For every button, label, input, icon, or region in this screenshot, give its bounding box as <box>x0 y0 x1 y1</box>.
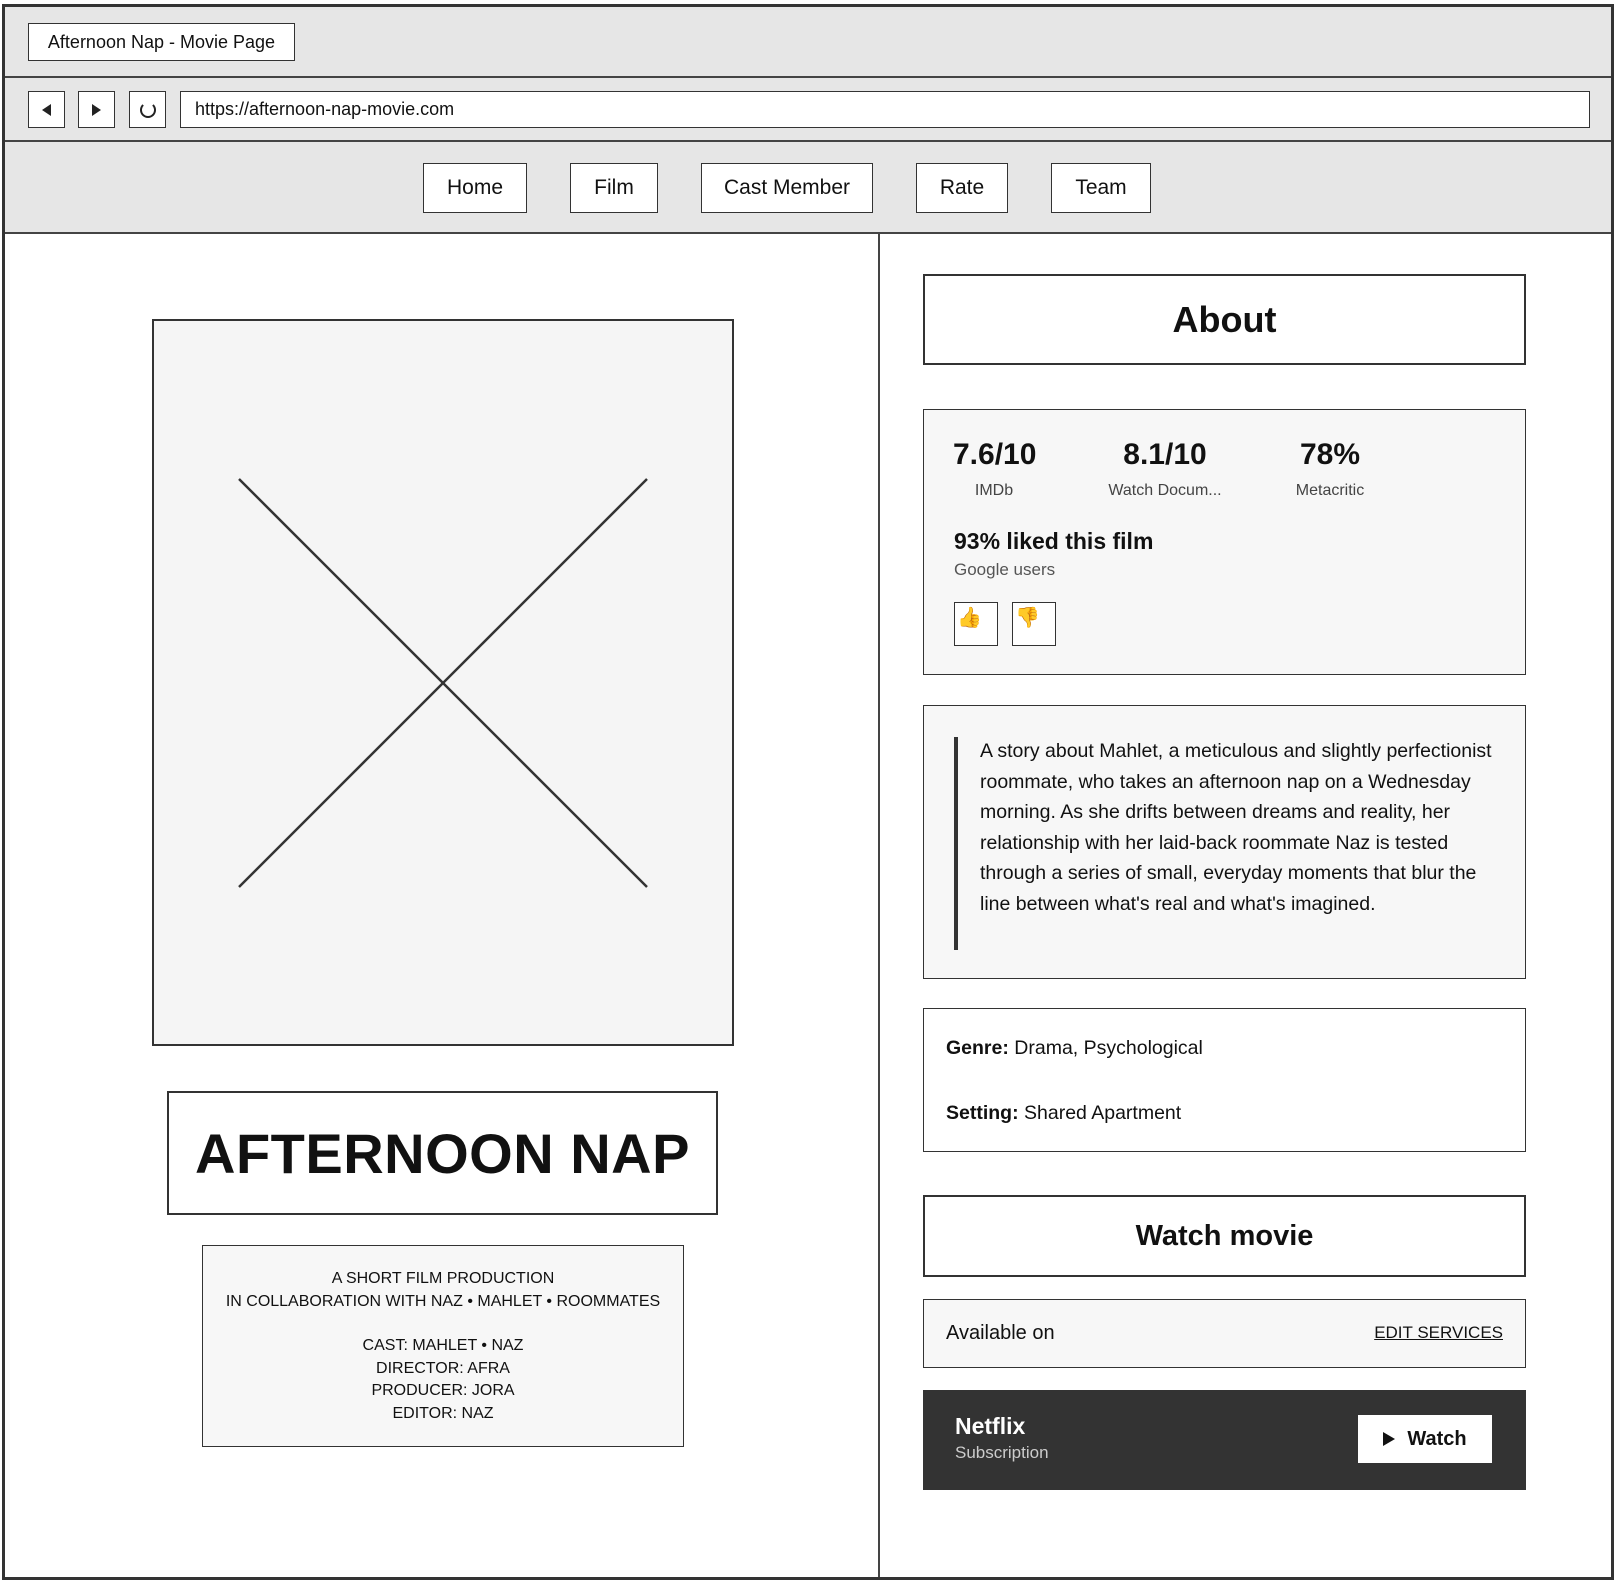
rating-value: 7.6/10 <box>953 438 1037 471</box>
back-button[interactable] <box>28 91 65 128</box>
credits-director: DIRECTOR: AFRA <box>376 1359 510 1377</box>
nav-team[interactable]: Team <box>1051 163 1151 213</box>
image-placeholder-icon <box>238 478 648 888</box>
thumbs-up-button[interactable]: 👍 <box>954 602 998 646</box>
credits-line: IN COLLABORATION WITH NAZ • MAHLET • ROO… <box>225 1292 661 1310</box>
back-arrow-icon <box>42 103 51 116</box>
url-field[interactable]: https://afternoon-nap-movie.com <box>180 91 1590 128</box>
genre-label: Genre: <box>946 1037 1009 1059</box>
nav-film[interactable]: Film <box>570 163 658 213</box>
synopsis-text: A story about Mahlet, a meticulous and s… <box>980 740 1492 915</box>
rating-watch-documentaries: 8.1/10 Watch Docum... <box>1104 438 1226 500</box>
available-on-bar: Available on EDIT SERVICES <box>923 1299 1526 1368</box>
genre-row: Genre: Drama, Psychological <box>946 1037 1203 1060</box>
address-bar: https://afternoon-nap-movie.com <box>5 78 1611 142</box>
setting-label: Setting: <box>946 1102 1019 1124</box>
forward-button[interactable] <box>78 91 115 128</box>
edit-services-link[interactable]: EDIT SERVICES <box>1374 1323 1503 1343</box>
ratings-panel: 7.6/10 IMDb 8.1/10 Watch Docum... 78% Me… <box>923 409 1526 675</box>
rating-source: Metacritic <box>1295 482 1365 499</box>
reload-button[interactable] <box>129 91 166 128</box>
site-nav: Home Film Cast Member Rate Team <box>5 142 1611 234</box>
column-divider <box>878 234 880 1577</box>
synopsis-panel: A story about Mahlet, a meticulous and s… <box>923 705 1526 979</box>
setting-row: Setting: Shared Apartment <box>946 1102 1181 1125</box>
liked-percentage: 93% liked this film <box>954 528 1154 554</box>
reload-icon <box>139 101 156 118</box>
about-heading: About <box>923 274 1526 365</box>
play-icon <box>1383 1432 1396 1446</box>
forward-arrow-icon <box>92 103 101 116</box>
rating-value: 78% <box>1299 438 1361 471</box>
provider-card-netflix: Netflix Subscription Watch <box>923 1390 1526 1490</box>
watch-button[interactable]: Watch <box>1358 1415 1492 1463</box>
browser-tab[interactable]: Afternoon Nap - Movie Page <box>28 23 295 61</box>
rating-imdb: 7.6/10 IMDb <box>953 438 1037 500</box>
watch-movie-heading: Watch movie <box>923 1195 1526 1277</box>
details-panel: Genre: Drama, Psychological Setting: Sha… <box>923 1008 1526 1152</box>
thumbs-down-icon: 👎 <box>1015 607 1040 629</box>
thumbs-up-icon: 👍 <box>957 607 982 629</box>
quote-bar <box>954 737 958 950</box>
browser-window: Afternoon Nap - Movie Page https://after… <box>2 4 1614 1580</box>
watch-button-label: Watch <box>1407 1427 1467 1450</box>
rating-value: 8.1/10 <box>1123 438 1207 471</box>
nav-home[interactable]: Home <box>423 163 527 213</box>
credits-editor: EDITOR: NAZ <box>392 1404 494 1422</box>
available-on-label: Available on <box>946 1322 1055 1344</box>
credits-producer: PRODUCER: JORA <box>371 1382 515 1399</box>
rating-source: Watch Docum... <box>1108 482 1222 499</box>
credits-cast: CAST: MAHLET • NAZ <box>362 1337 524 1354</box>
credits-line: A SHORT FILM PRODUCTION <box>331 1270 555 1287</box>
nav-rate[interactable]: Rate <box>916 163 1008 213</box>
rating-source: IMDb <box>974 482 1014 499</box>
credits-box: A SHORT FILM PRODUCTION IN COLLABORATION… <box>202 1245 684 1447</box>
nav-cast-member[interactable]: Cast Member <box>701 163 873 213</box>
poster-placeholder <box>152 319 734 1046</box>
provider-kind: Subscription <box>955 1443 1049 1462</box>
thumbs-down-button[interactable]: 👎 <box>1012 602 1056 646</box>
rating-metacritic: 78% Metacritic <box>1290 438 1370 500</box>
setting-value: Shared Apartment <box>1024 1102 1182 1124</box>
movie-title: AFTERNOON NAP <box>167 1091 718 1215</box>
provider-name: Netflix <box>955 1413 1026 1439</box>
title-bar: Afternoon Nap - Movie Page <box>5 7 1611 78</box>
liked-source: Google users <box>954 560 1056 579</box>
genre-value: Drama, Psychological <box>1014 1037 1203 1059</box>
